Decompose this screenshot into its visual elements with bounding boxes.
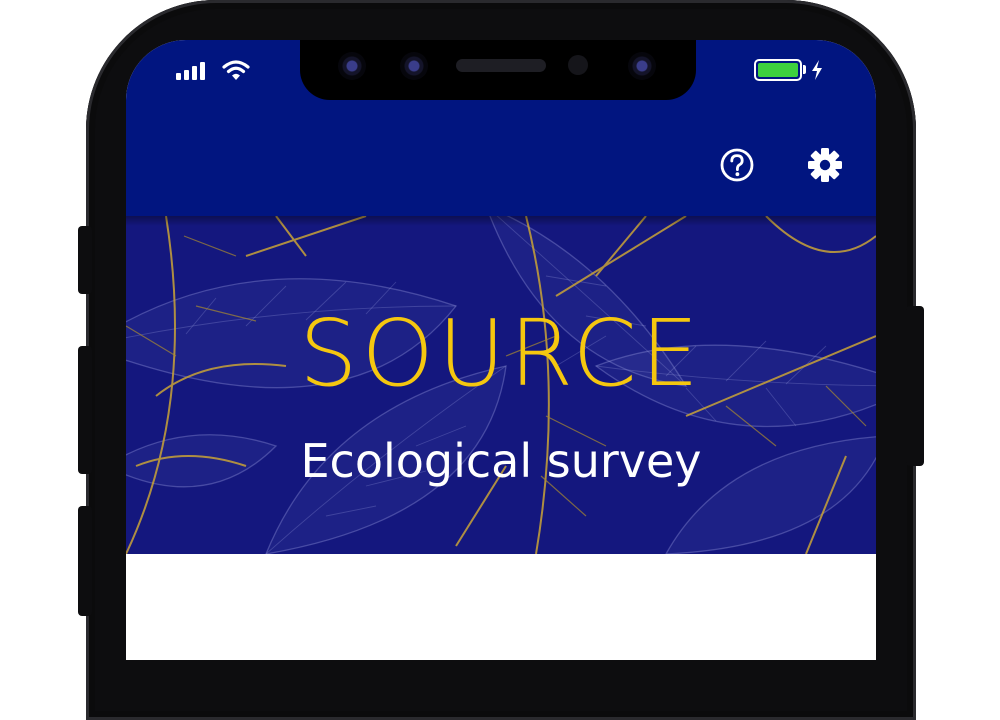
battery-cap [803, 65, 806, 74]
gear-icon [808, 148, 842, 182]
settings-button[interactable] [806, 146, 844, 184]
wifi-icon [222, 60, 250, 80]
content-area [126, 554, 876, 660]
proximity-sensor [568, 55, 588, 75]
mute-switch [78, 226, 92, 294]
charging-bolt-icon [812, 60, 822, 80]
battery-icon [754, 59, 802, 81]
help-circle-icon [720, 148, 754, 182]
battery-level-fill [758, 63, 798, 77]
cellular-signal-icon [176, 60, 212, 80]
device-notch [300, 40, 696, 100]
help-button[interactable] [718, 146, 756, 184]
app-screen: SOURCE Ecological survey [126, 40, 876, 660]
app-subtitle: Ecological survey [300, 434, 702, 488]
earpiece-speaker [456, 59, 546, 72]
front-camera [628, 52, 656, 80]
front-camera [400, 52, 428, 80]
front-camera [338, 52, 366, 80]
app-title: SOURCE [299, 300, 703, 407]
hero-banner: SOURCE Ecological survey [126, 216, 876, 554]
power-button [906, 306, 924, 466]
volume-up-button [78, 346, 92, 474]
